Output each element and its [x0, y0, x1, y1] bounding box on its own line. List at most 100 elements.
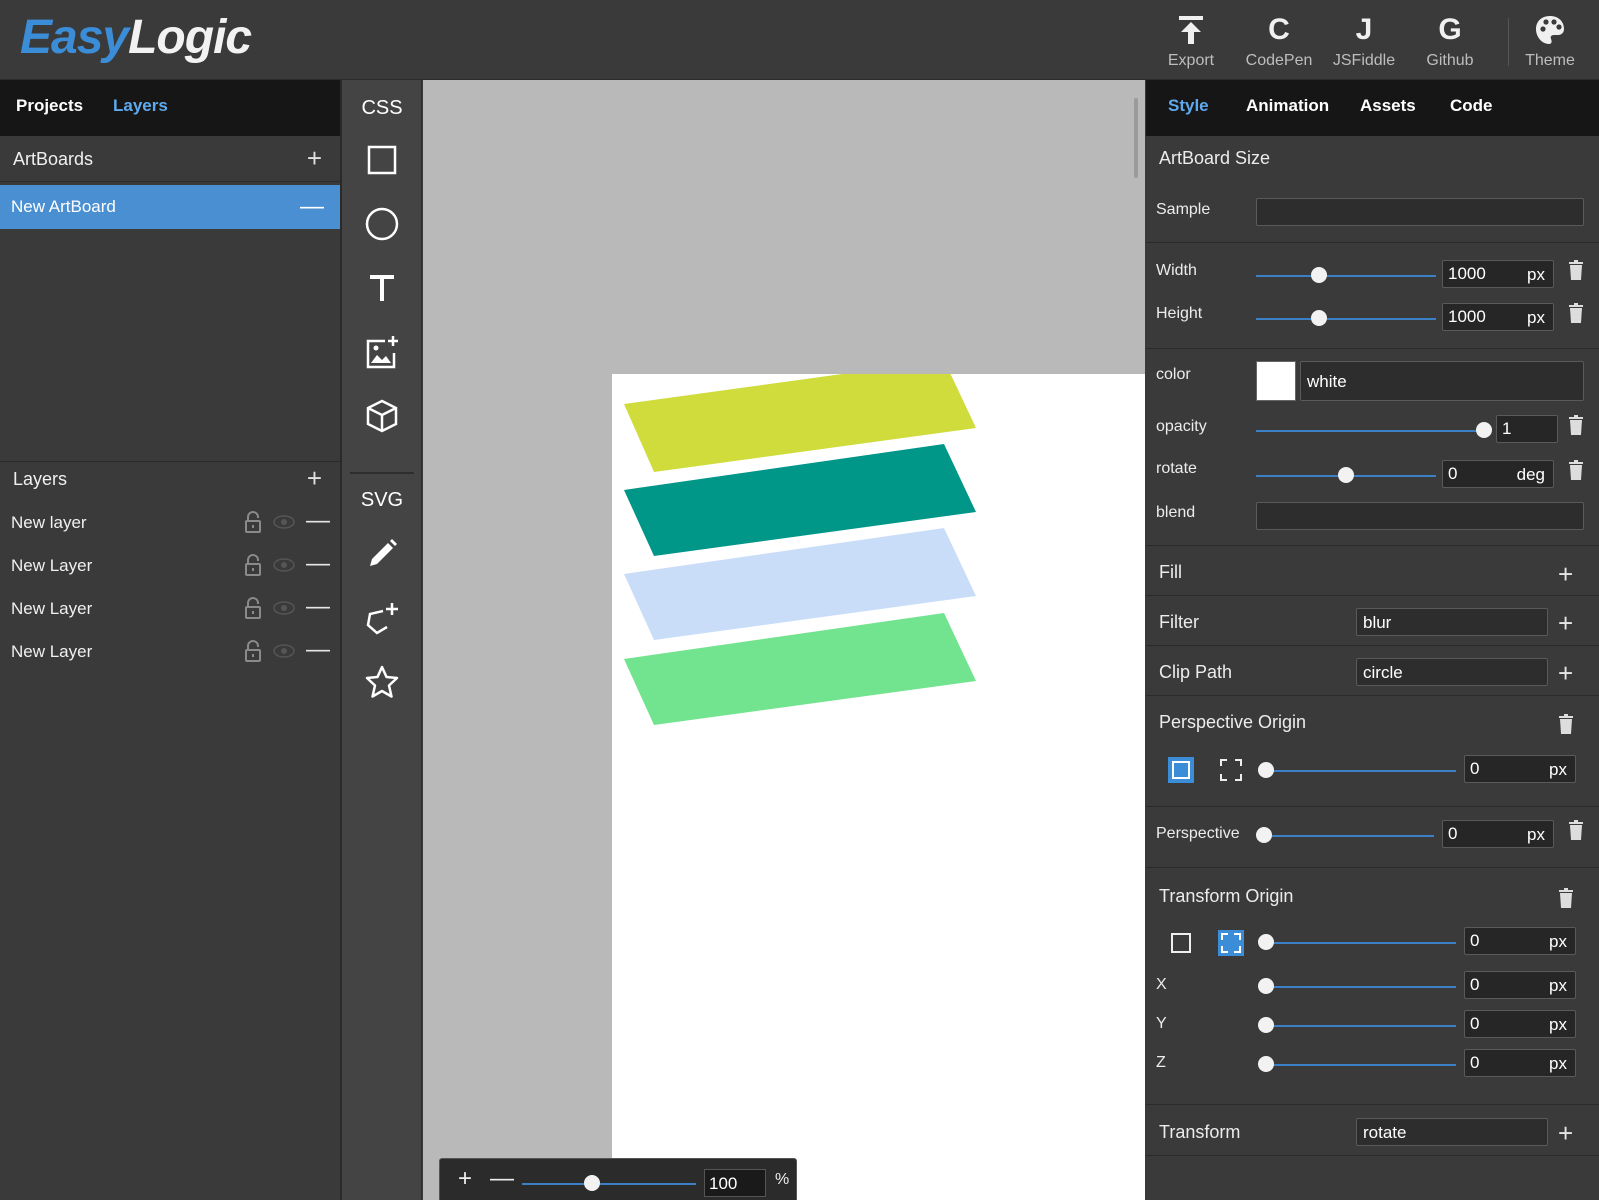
add-filter-button[interactable]: +: [1558, 610, 1573, 636]
multi-value-toggle-icon[interactable]: [1218, 930, 1244, 961]
color-input[interactable]: white: [1300, 361, 1584, 401]
add-layer-button[interactable]: +: [307, 464, 322, 492]
section-divider: [1146, 645, 1599, 646]
y-slider-track[interactable]: [1266, 1025, 1456, 1027]
z-input[interactable]: 0 px: [1464, 1049, 1576, 1077]
theme-button[interactable]: Theme: [1508, 14, 1592, 74]
eye-icon[interactable]: [273, 515, 295, 534]
zoom-input[interactable]: 100: [704, 1169, 766, 1197]
path-tool[interactable]: [342, 590, 422, 646]
perspective-slider-handle[interactable]: [1256, 827, 1272, 843]
tab-projects[interactable]: Projects: [16, 96, 83, 116]
artboard[interactable]: [612, 374, 1145, 1200]
tab-code[interactable]: Code: [1450, 96, 1493, 116]
export-button[interactable]: Export: [1149, 14, 1233, 74]
rotate-slider-handle[interactable]: [1338, 467, 1354, 483]
opacity-slider-track[interactable]: [1256, 430, 1484, 432]
tab-layers[interactable]: Layers: [113, 96, 168, 116]
trash-icon[interactable]: [1568, 415, 1584, 440]
perspective-origin-slider-handle[interactable]: [1258, 762, 1274, 778]
transform-origin-slider-handle[interactable]: [1258, 934, 1274, 950]
opacity-input[interactable]: 1: [1496, 415, 1558, 443]
add-clip-path-button[interactable]: +: [1558, 660, 1573, 686]
star-tool[interactable]: [342, 654, 422, 710]
trash-icon[interactable]: [1558, 888, 1574, 913]
layer-item[interactable]: New Layer —: [0, 589, 340, 629]
z-slider-track[interactable]: [1266, 1064, 1456, 1066]
canvas-scrollbar[interactable]: [1134, 98, 1138, 178]
add-artboard-button[interactable]: +: [307, 144, 322, 172]
add-transform-button[interactable]: +: [1558, 1120, 1573, 1146]
width-input[interactable]: 1000 px: [1442, 260, 1554, 288]
remove-layer-button[interactable]: —: [306, 550, 330, 578]
x-slider-track[interactable]: [1266, 986, 1456, 988]
opacity-slider-handle[interactable]: [1476, 422, 1492, 438]
sample-select[interactable]: [1256, 198, 1584, 226]
trash-icon[interactable]: [1568, 303, 1584, 328]
trash-icon[interactable]: [1568, 460, 1584, 485]
zoom-out-button[interactable]: —: [490, 1165, 514, 1193]
tab-animation[interactable]: Animation: [1246, 96, 1329, 116]
zoom-in-button[interactable]: +: [458, 1165, 472, 1193]
transform-origin-slider-track[interactable]: [1266, 942, 1456, 944]
remove-layer-button[interactable]: —: [306, 507, 330, 535]
app-logo[interactable]: EasyLogic: [20, 10, 252, 65]
perspective-origin-slider-track[interactable]: [1266, 770, 1456, 772]
perspective-input[interactable]: 0 px: [1442, 820, 1554, 848]
y-slider-handle[interactable]: [1258, 1017, 1274, 1033]
tab-style[interactable]: Style: [1168, 96, 1209, 116]
clip-path-select[interactable]: circle: [1356, 658, 1548, 686]
transform-select[interactable]: rotate: [1356, 1118, 1548, 1146]
y-input[interactable]: 0 px: [1464, 1010, 1576, 1038]
x-slider-handle[interactable]: [1258, 978, 1274, 994]
text-tool[interactable]: [342, 260, 422, 316]
layer-item[interactable]: New Layer —: [0, 546, 340, 586]
trash-icon[interactable]: [1568, 820, 1584, 845]
lock-icon[interactable]: [244, 640, 262, 667]
z-slider-handle[interactable]: [1258, 1056, 1274, 1072]
zoom-slider-handle[interactable]: [583, 1175, 600, 1191]
trash-icon[interactable]: [1568, 260, 1584, 285]
color-swatch[interactable]: [1256, 361, 1296, 401]
eye-icon[interactable]: [273, 558, 295, 577]
artboard-item-new-artboard[interactable]: New ArtBoard —: [0, 185, 340, 229]
perspective-origin-input[interactable]: 0 px: [1464, 755, 1576, 783]
codepen-button[interactable]: C CodePen: [1237, 14, 1321, 74]
pencil-tool[interactable]: [342, 526, 422, 582]
lock-icon[interactable]: [244, 554, 262, 581]
trash-icon[interactable]: [1558, 714, 1574, 739]
eye-icon[interactable]: [273, 644, 295, 663]
filter-select[interactable]: blur: [1356, 608, 1548, 636]
perspective-slider-track[interactable]: [1264, 835, 1434, 837]
x-input[interactable]: 0 px: [1464, 971, 1576, 999]
lock-icon[interactable]: [244, 511, 262, 538]
remove-layer-button[interactable]: —: [306, 636, 330, 664]
rotate-input[interactable]: 0 deg: [1442, 460, 1554, 488]
multi-value-toggle-icon[interactable]: [1220, 759, 1242, 786]
image-tool[interactable]: [342, 324, 422, 380]
height-slider-handle[interactable]: [1311, 310, 1327, 326]
github-button[interactable]: G Github: [1408, 14, 1492, 74]
blend-select[interactable]: [1256, 502, 1584, 530]
canvas-area[interactable]: + — 100 %: [423, 80, 1145, 1200]
width-slider-handle[interactable]: [1311, 267, 1327, 283]
width-slider-track[interactable]: [1256, 275, 1436, 277]
single-value-toggle-icon[interactable]: [1168, 757, 1194, 788]
single-value-toggle-icon[interactable]: [1171, 933, 1191, 958]
square-tool[interactable]: [342, 132, 422, 188]
add-fill-button[interactable]: +: [1558, 561, 1573, 587]
remove-layer-button[interactable]: —: [306, 593, 330, 621]
eye-icon[interactable]: [273, 601, 295, 620]
remove-artboard-button[interactable]: —: [300, 193, 324, 221]
lock-icon[interactable]: [244, 597, 262, 624]
height-slider-track[interactable]: [1256, 318, 1436, 320]
cube-tool[interactable]: [342, 388, 422, 444]
jsfiddle-button[interactable]: J JSFiddle: [1322, 14, 1406, 74]
circle-tool[interactable]: [342, 196, 422, 252]
layer-item[interactable]: New Layer —: [0, 632, 340, 672]
layer-item[interactable]: New layer —: [0, 503, 340, 543]
zoom-slider-track[interactable]: [522, 1183, 696, 1185]
transform-origin-input[interactable]: 0 px: [1464, 927, 1576, 955]
height-input[interactable]: 1000 px: [1442, 303, 1554, 331]
tab-assets[interactable]: Assets: [1360, 96, 1416, 116]
